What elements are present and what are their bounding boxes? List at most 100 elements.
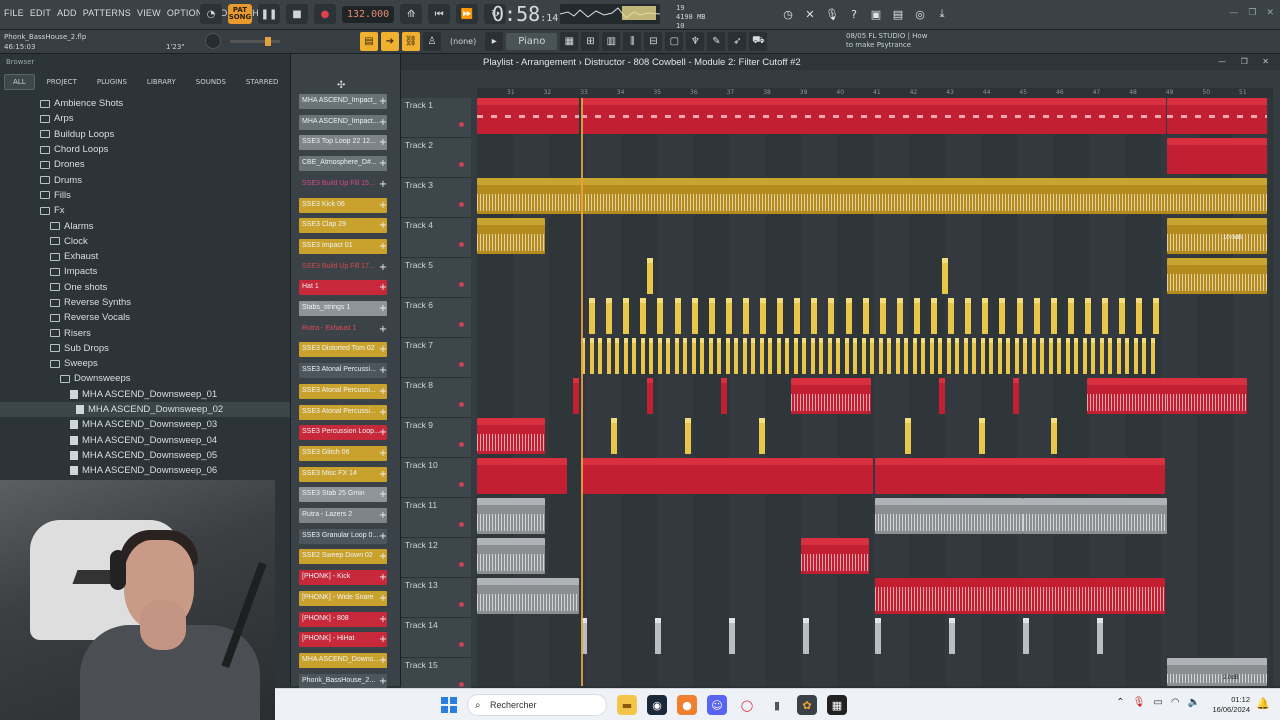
track-header[interactable]: Track 5 <box>401 258 471 298</box>
hit-clip[interactable] <box>803 618 809 654</box>
hit-clip[interactable] <box>1013 378 1019 414</box>
mixer-icon[interactable]: ▤ <box>890 5 906 23</box>
audio-clip-marker[interactable] <box>647 258 653 294</box>
playlist-clip[interactable]: Bass <box>875 458 1165 494</box>
mixer-view-icon[interactable]: ⫼ <box>623 32 642 51</box>
playlist-picker-item[interactable]: [PHONK] - Wide Snare <box>299 590 387 606</box>
hit-clip[interactable] <box>810 338 815 374</box>
playlist-picker-item[interactable]: SSE3 Stab 25 Gmin <box>299 487 387 503</box>
playlist-picker-item[interactable]: MHA ASCEND_Impact... <box>299 114 387 130</box>
hit-clip[interactable] <box>949 618 955 654</box>
picker-arrows-icon[interactable]: ✣ <box>337 80 345 91</box>
network-icon[interactable]: ▭ <box>1153 697 1162 708</box>
hit-clip[interactable] <box>811 298 818 334</box>
news-panel[interactable]: 08/05 FL STUDIO | How to make Psytrance <box>846 32 927 50</box>
hit-clip[interactable] <box>640 298 647 334</box>
hit-clip[interactable] <box>828 298 835 334</box>
playlist-picker-item[interactable]: SSE3 Atonal Percussi... <box>299 404 387 420</box>
browser-folder[interactable]: Sweeps <box>0 356 290 371</box>
browser-folder[interactable]: Clock <box>0 234 290 249</box>
plus-icon[interactable]: + <box>377 135 389 150</box>
instrument-selector[interactable]: Piano <box>506 33 558 50</box>
cart-icon[interactable]: ⛟ <box>749 32 768 51</box>
track-header[interactable]: Track 1 <box>401 98 471 138</box>
plus-icon[interactable]: + <box>377 301 389 316</box>
hit-clip[interactable] <box>1153 298 1160 334</box>
hit-clip[interactable] <box>1116 338 1121 374</box>
track-header[interactable]: Track 4 <box>401 218 471 258</box>
cross-icon[interactable]: ✕ <box>802 5 818 23</box>
browser-folder[interactable]: Risers <box>0 325 290 340</box>
plugin-icon[interactable]: ♆ <box>686 32 705 51</box>
plus-icon[interactable]: + <box>377 342 389 357</box>
hit-clip[interactable] <box>827 338 832 374</box>
browser-folder[interactable]: Fills <box>0 188 290 203</box>
plus-icon[interactable]: + <box>377 570 389 585</box>
plus-icon[interactable]: + <box>377 280 389 295</box>
hit-clip[interactable] <box>1084 298 1091 334</box>
stop-icon[interactable]: ■ <box>286 4 308 24</box>
hit-clip[interactable] <box>879 298 886 334</box>
plus-icon[interactable]: + <box>377 322 389 337</box>
hit-clip[interactable] <box>655 618 661 654</box>
plus-icon[interactable]: + <box>377 612 389 627</box>
hit-clip[interactable] <box>721 378 727 414</box>
menu-edit[interactable]: EDIT <box>30 8 51 18</box>
playlist-picker-item[interactable]: Rutra - Exhaust 1 <box>299 321 387 337</box>
steam-icon[interactable]: ◉ <box>647 695 667 715</box>
hit-clip[interactable] <box>589 338 594 374</box>
hit-clip[interactable] <box>1033 298 1040 334</box>
master-volume-knob[interactable] <box>205 33 221 49</box>
browser-folder[interactable]: Chord Loops <box>0 142 290 157</box>
hit-clip[interactable] <box>982 298 989 334</box>
hit-clip[interactable] <box>606 298 613 334</box>
menu-file[interactable]: FILE <box>4 8 24 18</box>
playlist-clip[interactable] <box>875 578 1165 614</box>
chevron-up-icon[interactable]: ⌃ <box>1116 697 1124 708</box>
hit-clip[interactable] <box>1125 338 1129 374</box>
plus-icon[interactable]: + <box>377 156 389 171</box>
playlist-clip[interactable]: Piano #2 <box>477 98 579 134</box>
track-mute-icon[interactable] <box>459 562 464 567</box>
hit-clip[interactable] <box>931 298 937 334</box>
playlist-icon[interactable]: ▦ <box>560 32 579 51</box>
hit-clip[interactable] <box>904 338 908 374</box>
help-icon[interactable]: ? <box>846 5 862 23</box>
hit-clip[interactable] <box>896 298 903 334</box>
hit-clip[interactable] <box>875 618 881 654</box>
hit-clip[interactable] <box>632 338 636 374</box>
hit-clip[interactable] <box>1048 338 1053 374</box>
playlist-clip[interactable]: SSE3 Rhythmic..p 13 G 124BPM <box>1167 258 1267 294</box>
hit-clip[interactable] <box>1016 298 1023 334</box>
link-icon[interactable]: ⛓ <box>402 32 420 51</box>
hit-clip[interactable] <box>729 618 735 654</box>
playlist-clip[interactable]: Piano <box>1167 98 1267 134</box>
hit-clip[interactable] <box>1050 298 1057 334</box>
playlist-picker-item[interactable]: SSE3 Atonal Percussi... <box>299 363 387 379</box>
track-mute-icon[interactable] <box>459 322 464 327</box>
browser-icon[interactable]: ▢ <box>665 32 684 51</box>
hit-clip[interactable] <box>845 298 852 334</box>
hit-clip[interactable] <box>1023 618 1029 654</box>
hit-clip[interactable] <box>760 298 766 334</box>
hit-clip[interactable] <box>666 338 670 374</box>
hit-clip[interactable] <box>1040 338 1044 374</box>
hit-clip[interactable] <box>861 338 866 374</box>
hit-clip[interactable] <box>1067 298 1074 334</box>
playlist-picker-item[interactable]: SSE3 Clap 29 <box>299 218 387 234</box>
playlist-picker-item[interactable]: SSE3 Misc FX 14 <box>299 466 387 482</box>
playlist-picker-item[interactable]: SSE3 Atonal Percussi... <box>299 383 387 399</box>
hit-clip[interactable] <box>802 338 806 374</box>
browser-folder[interactable]: Reverse Synths <box>0 295 290 310</box>
hit-clip[interactable] <box>1031 338 1036 374</box>
hit-clip[interactable] <box>734 338 738 374</box>
hit-clip[interactable] <box>870 338 874 374</box>
browser-tab-all[interactable]: ALL <box>4 74 35 90</box>
hit-clip[interactable] <box>997 338 1002 374</box>
hit-clip[interactable] <box>674 338 679 374</box>
playlist-picker-item[interactable]: SSE2 Sweep Down 02 <box>299 549 387 565</box>
track-mute-icon[interactable] <box>459 162 464 167</box>
playlist-clip[interactable]: SSE3 Top Loop 22 128BPM <box>875 498 1023 534</box>
playlist-picker-item[interactable]: [PHONK] - 808 <box>299 611 387 627</box>
hit-clip[interactable] <box>751 338 755 374</box>
